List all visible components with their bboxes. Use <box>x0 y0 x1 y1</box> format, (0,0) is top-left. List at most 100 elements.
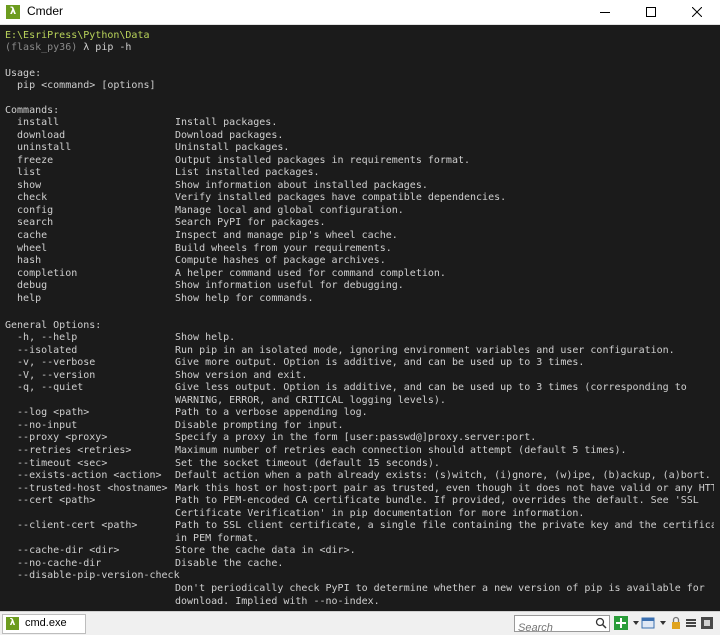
settings-icon <box>701 617 713 629</box>
command-description: Compute hashes of package archives. <box>175 255 386 267</box>
menu-icon <box>686 619 696 627</box>
option-name: -v, --verbose <box>5 357 96 369</box>
status-bar: λ cmd.exe <box>0 611 720 635</box>
command-description: Show information useful for debugging. <box>175 280 404 292</box>
command-name: freeze <box>5 154 54 166</box>
cmder-lambda-icon: λ <box>6 5 20 19</box>
option-name: --isolated <box>5 344 78 356</box>
option-name: --client-cert <path> <box>5 520 138 532</box>
command-name: help <box>5 292 42 304</box>
option-description: Store the cache data in <dir>. <box>175 545 356 557</box>
settings-button[interactable] <box>700 616 714 630</box>
option-description: Don't periodically check PyPI to determi… <box>175 583 705 594</box>
command-description: Search PyPI for packages. <box>175 217 326 229</box>
prompt-command: λ pip -h <box>77 42 132 53</box>
tab-label: cmd.exe <box>25 617 67 629</box>
menu-button[interactable] <box>684 616 698 630</box>
option-name: --trusted-host <hostname> <box>5 482 168 494</box>
option-description: Mark this host or host:port pair as trus… <box>175 482 720 494</box>
option-description: Maximum number of retries each connectio… <box>175 444 627 456</box>
option-name: --cert <path> <box>5 495 96 507</box>
command-name: completion <box>5 267 78 279</box>
terminal-output[interactable]: E:\EsriPress\Python\Data (flask_py36) λ … <box>0 25 720 611</box>
command-description: Show help for commands. <box>175 292 314 304</box>
command-name: cache <box>5 229 48 241</box>
option-name: -V, --version <box>5 369 96 381</box>
option-description: Set the socket timeout (default 15 secon… <box>175 457 440 469</box>
command-name: uninstall <box>5 142 72 154</box>
command-name: search <box>5 217 54 229</box>
option-name: --timeout <sec> <box>5 457 108 469</box>
option-description: Give more output. Option is additive, an… <box>175 357 585 369</box>
option-description: Default action when a path already exist… <box>175 470 711 482</box>
command-description: List installed packages. <box>175 167 320 179</box>
plus-icon <box>614 616 628 630</box>
option-description: in PEM format. <box>175 532 260 544</box>
command-name: install <box>5 117 60 128</box>
search-box[interactable] <box>514 615 610 635</box>
option-description: Path to SSL client certificate, a single… <box>175 520 720 532</box>
option-name: -h, --help <box>5 332 78 343</box>
command-description: Build wheels from your requirements. <box>175 242 392 254</box>
window-icon <box>641 617 655 629</box>
view-button[interactable] <box>641 616 655 630</box>
option-name: --cache-dir <dir> <box>5 545 120 557</box>
view-dropdown[interactable] <box>656 616 670 630</box>
option-description: Specify a proxy in the form [user:passwd… <box>175 432 537 444</box>
command-name: show <box>5 179 42 191</box>
command-name: wheel <box>5 242 48 254</box>
command-description: Output installed packages in requirement… <box>175 154 471 166</box>
usage-header: Usage: <box>5 68 42 79</box>
command-name: check <box>5 192 48 204</box>
option-description: Disable prompting for input. <box>175 419 344 431</box>
option-description: Show help. <box>175 332 236 343</box>
close-icon <box>692 7 702 17</box>
option-description: WARNING, ERROR, and CRITICAL logging lev… <box>175 394 446 406</box>
option-name: --disable-pip-version-check <box>5 570 180 582</box>
command-description: Verify installed packages have compatibl… <box>175 192 507 204</box>
option-name: --no-input <box>5 419 78 431</box>
cmder-lambda-icon: λ <box>6 617 19 630</box>
command-name: list <box>5 167 42 179</box>
window-title: Cmder <box>27 4 64 18</box>
prompt-env: (flask_py36) <box>5 42 78 53</box>
close-button[interactable] <box>674 0 720 24</box>
command-description: Install packages. <box>175 117 278 128</box>
command-description: A helper command used for command comple… <box>175 267 446 279</box>
option-description: Disable the cache. <box>175 557 284 569</box>
option-description: Give less output. Option is additive, an… <box>175 382 687 394</box>
terminal-scrollbar[interactable] <box>714 25 720 611</box>
current-path: E:\EsriPress\Python\Data <box>5 30 150 41</box>
option-name: --proxy <proxy> <box>5 432 108 444</box>
option-description: Path to a verbose appending log. <box>175 407 368 419</box>
command-description: Manage local and global configuration. <box>175 204 404 216</box>
maximize-icon <box>646 7 656 17</box>
option-description: Run pip in an isolated mode, ignoring en… <box>175 344 675 356</box>
chevron-down-icon <box>633 621 639 625</box>
command-description: Show information about installed package… <box>175 179 428 191</box>
usage-line: pip <command> [options] <box>5 80 156 91</box>
command-description: Download packages. <box>175 129 284 141</box>
prompt-line: (flask_py36) λ pip -h <box>5 42 131 54</box>
command-name: config <box>5 204 54 216</box>
lock-button[interactable] <box>669 616 683 630</box>
option-description: Show version and exit. <box>175 369 308 381</box>
command-name: download <box>5 129 66 141</box>
lock-icon <box>672 616 680 629</box>
minimize-button[interactable] <box>582 0 628 24</box>
option-description: Certificate Verification' in pip documen… <box>175 507 585 519</box>
option-name: --exists-action <action> <box>5 470 162 482</box>
command-name: debug <box>5 280 48 292</box>
title-bar: λ Cmder <box>0 0 720 25</box>
search-icon <box>595 617 607 629</box>
command-description: Inspect and manage pip's wheel cache. <box>175 229 398 241</box>
maximize-button[interactable] <box>628 0 674 24</box>
option-name: --no-cache-dir <box>5 557 102 569</box>
option-name: --log <path> <box>5 407 90 419</box>
option-name: --retries <retries> <box>5 444 132 456</box>
new-console-button[interactable] <box>614 616 628 630</box>
command-name: hash <box>5 255 42 267</box>
option-description: download. Implied with --no-index. <box>175 595 380 607</box>
chevron-down-icon <box>660 621 666 625</box>
tab-cmd-exe[interactable]: λ cmd.exe <box>2 614 86 634</box>
